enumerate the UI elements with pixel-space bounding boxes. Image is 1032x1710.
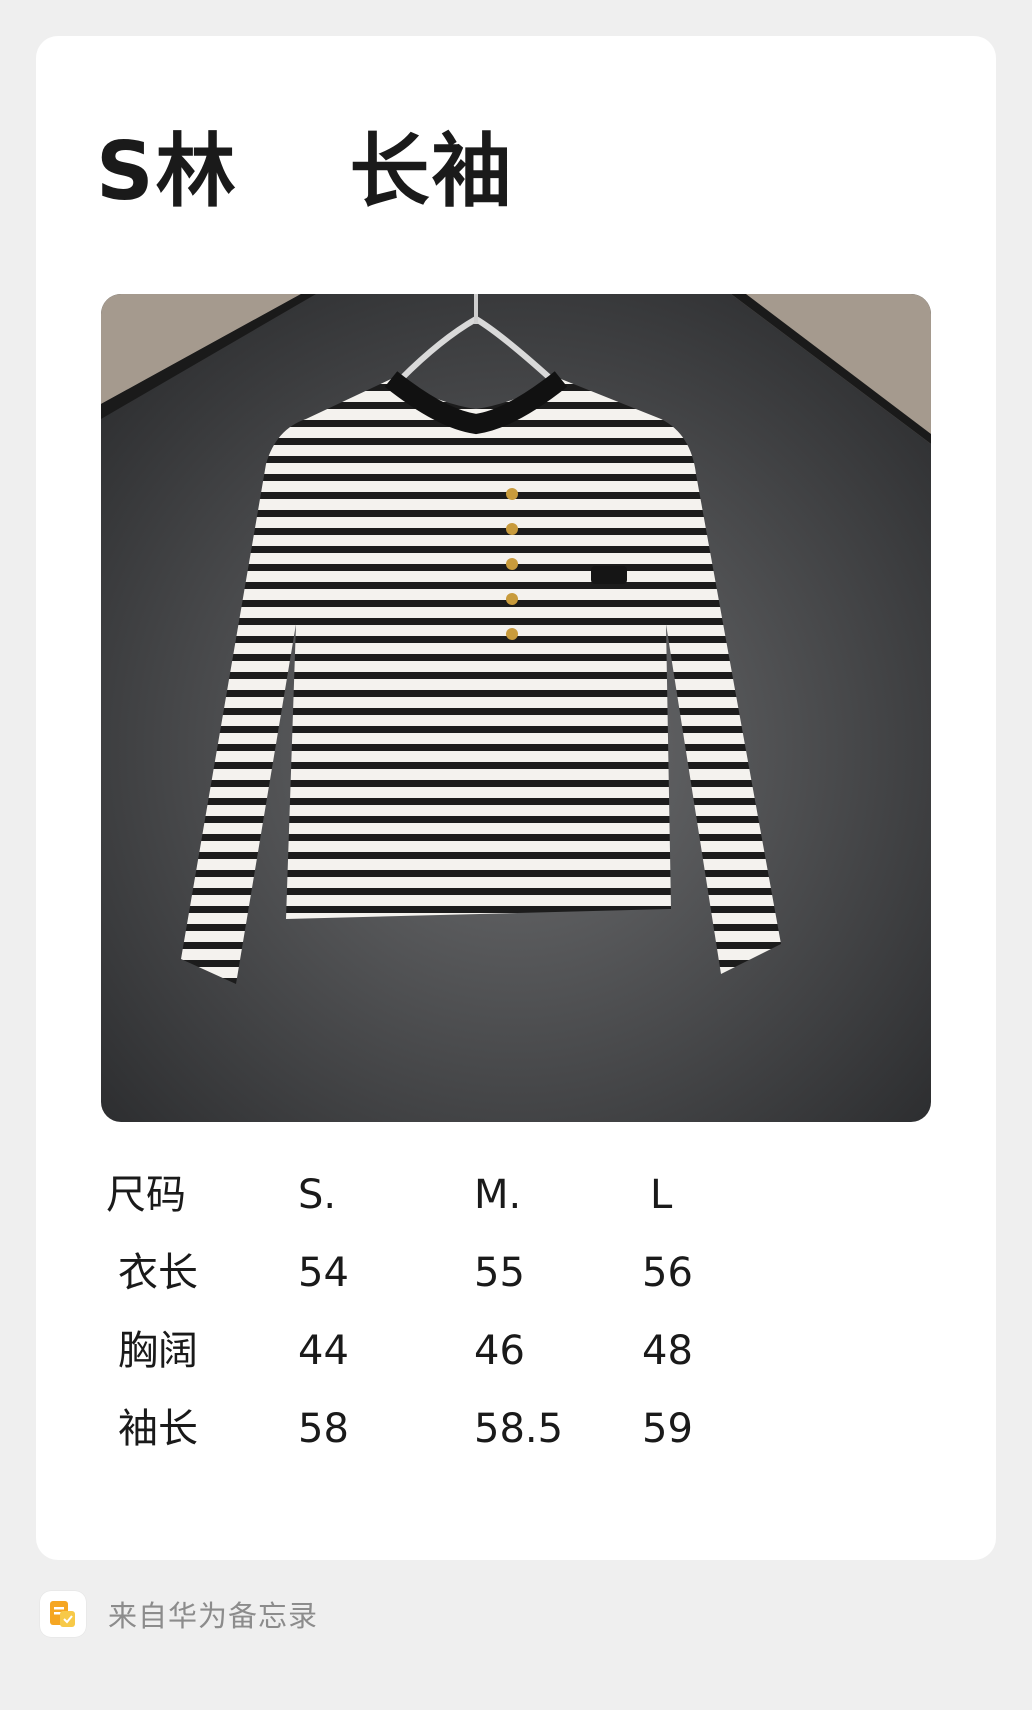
note-title: S林 长袖 bbox=[96, 125, 514, 218]
row-label: 袖长 bbox=[118, 1406, 198, 1452]
cell: 44 bbox=[298, 1328, 349, 1374]
size-l: L bbox=[650, 1172, 673, 1218]
cell: 59 bbox=[642, 1406, 693, 1452]
product-photo[interactable] bbox=[101, 294, 931, 1122]
footer-source-text: 来自华为备忘录 bbox=[108, 1599, 319, 1633]
cell: 58.5 bbox=[474, 1406, 564, 1452]
table-row: 衣长 54 55 56 bbox=[106, 1234, 936, 1312]
cell: 48 bbox=[642, 1328, 693, 1374]
cell: 54 bbox=[298, 1250, 349, 1296]
row-label: 胸阔 bbox=[118, 1328, 198, 1374]
cell: 58 bbox=[298, 1406, 349, 1452]
size-label: 尺码 bbox=[106, 1172, 186, 1218]
cell: 56 bbox=[642, 1250, 693, 1296]
note-card: S林 长袖 尺码 S. M. L 衣长 54 55 56 胸阔 44 46 48… bbox=[36, 36, 996, 1560]
table-row: 胸阔 44 46 48 bbox=[106, 1312, 936, 1390]
cell: 55 bbox=[474, 1250, 525, 1296]
cell: 46 bbox=[474, 1328, 525, 1374]
size-chart: 尺码 S. M. L 衣长 54 55 56 胸阔 44 46 48 袖长 58… bbox=[106, 1156, 936, 1468]
size-m: M. bbox=[474, 1172, 522, 1218]
row-label: 衣长 bbox=[118, 1250, 198, 1296]
table-row: 袖长 58 58.5 59 bbox=[106, 1390, 936, 1468]
size-chart-header: 尺码 S. M. L bbox=[106, 1156, 936, 1234]
footer: 来自华为备忘录 bbox=[40, 1590, 318, 1638]
huawei-notes-icon bbox=[40, 1591, 86, 1637]
size-s: S. bbox=[298, 1172, 337, 1218]
